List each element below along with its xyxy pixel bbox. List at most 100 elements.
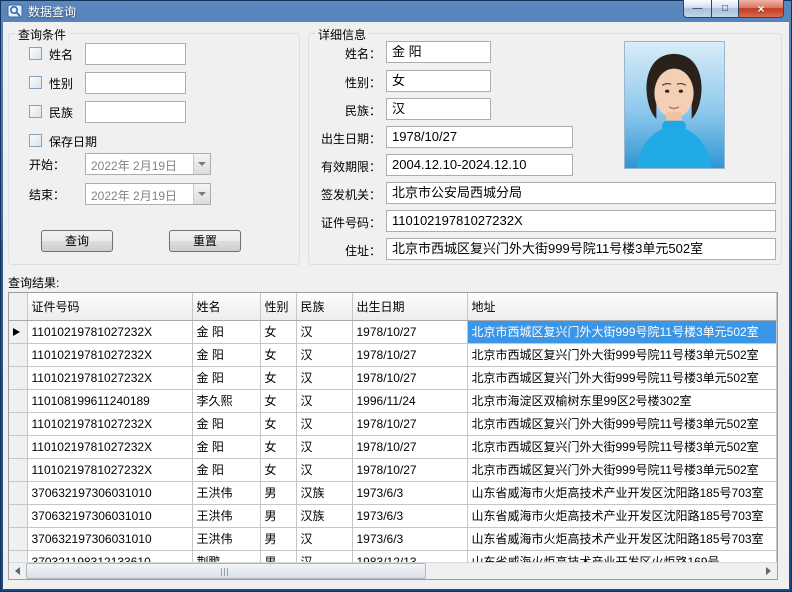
issuing-authority-field[interactable]: 北京市公安局西城分局 bbox=[386, 182, 776, 204]
grid-cell[interactable]: 11010219781027232X bbox=[27, 412, 192, 435]
grid-cell[interactable]: 北京市西城区复兴门外大街999号院11号楼3单元502室 bbox=[467, 412, 777, 435]
grid-cell[interactable]: 王洪伟 bbox=[192, 504, 260, 527]
end-date-picker[interactable]: 2022年 2月19日 bbox=[85, 183, 211, 205]
grid-cell[interactable]: 女 bbox=[260, 389, 296, 412]
grid-cell[interactable]: 1978/10/27 bbox=[352, 320, 467, 343]
row-selector[interactable] bbox=[9, 527, 27, 550]
grid-cell[interactable]: 李久熙 bbox=[192, 389, 260, 412]
grid-cell[interactable]: 女 bbox=[260, 343, 296, 366]
grid-cell[interactable]: 北京市西城区复兴门外大街999号院11号楼3单元502室 bbox=[467, 435, 777, 458]
grid-cell[interactable]: 女 bbox=[260, 412, 296, 435]
grid-cell[interactable]: 1973/6/3 bbox=[352, 481, 467, 504]
name-field[interactable]: 金 阳 bbox=[386, 41, 491, 63]
grid-cell[interactable]: 1973/6/3 bbox=[352, 504, 467, 527]
grid-cell[interactable]: 王洪伟 bbox=[192, 527, 260, 550]
column-header[interactable]: 地址 bbox=[467, 293, 777, 320]
grid-cell[interactable]: 11010219781027232X bbox=[27, 458, 192, 481]
gender-field[interactable]: 女 bbox=[386, 70, 491, 92]
column-header[interactable]: 出生日期 bbox=[352, 293, 467, 320]
grid-cell[interactable]: 汉 bbox=[296, 412, 352, 435]
grid-cell[interactable]: 1978/10/27 bbox=[352, 343, 467, 366]
grid-cell[interactable]: 金 阳 bbox=[192, 320, 260, 343]
query-button[interactable]: 查询 bbox=[41, 230, 113, 252]
end-date-dropdown-button[interactable] bbox=[193, 184, 210, 204]
grid-cell[interactable]: 370632197306031010 bbox=[27, 527, 192, 550]
grid-cell[interactable]: 汉族 bbox=[296, 481, 352, 504]
row-selector[interactable] bbox=[9, 343, 27, 366]
row-selector[interactable] bbox=[9, 412, 27, 435]
row-selector[interactable] bbox=[9, 366, 27, 389]
start-date-dropdown-button[interactable] bbox=[193, 154, 210, 174]
grid-cell[interactable]: 王洪伟 bbox=[192, 481, 260, 504]
row-selector[interactable] bbox=[9, 389, 27, 412]
birthdate-field[interactable]: 1978/10/27 bbox=[386, 126, 573, 148]
grid-cell[interactable]: 北京市西城区复兴门外大街999号院11号楼3单元502室 bbox=[467, 343, 777, 366]
column-header[interactable]: 证件号码 bbox=[27, 293, 192, 320]
grid-cell[interactable]: 1996/11/24 bbox=[352, 389, 467, 412]
grid-cell[interactable]: 汉 bbox=[296, 366, 352, 389]
grid-cell[interactable]: 汉 bbox=[296, 320, 352, 343]
scroll-right-button[interactable] bbox=[760, 563, 777, 579]
row-selector[interactable] bbox=[9, 435, 27, 458]
name-filter-checkbox[interactable] bbox=[29, 47, 42, 60]
grid-cell[interactable]: 11010219781027232X bbox=[27, 343, 192, 366]
maximize-button[interactable]: □ bbox=[712, 0, 739, 18]
grid-cell[interactable]: 北京市西城区复兴门外大街999号院11号楼3单元502室 bbox=[467, 458, 777, 481]
grid-cell[interactable]: 370632197306031010 bbox=[27, 481, 192, 504]
grid-cell[interactable]: 北京市西城区复兴门外大街999号院11号楼3单元502室 bbox=[467, 320, 777, 343]
grid-cell[interactable]: 男 bbox=[260, 504, 296, 527]
grid-cell[interactable]: 男 bbox=[260, 481, 296, 504]
grid-cell[interactable]: 山东省威海市火炬高技术产业开发区沈阳路185号703室 bbox=[467, 527, 777, 550]
name-filter-input[interactable] bbox=[85, 43, 186, 65]
horizontal-scrollbar[interactable] bbox=[9, 562, 777, 579]
grid-cell[interactable]: 11010219781027232X bbox=[27, 366, 192, 389]
column-header[interactable]: 民族 bbox=[296, 293, 352, 320]
grid-cell[interactable]: 11010219781027232X bbox=[27, 435, 192, 458]
grid-cell[interactable]: 女 bbox=[260, 458, 296, 481]
grid-cell[interactable]: 汉族 bbox=[296, 504, 352, 527]
grid-cell[interactable]: 1978/10/27 bbox=[352, 435, 467, 458]
grid-cell[interactable]: 北京市海淀区双榆树东里99区2号楼302室 bbox=[467, 389, 777, 412]
row-selector[interactable] bbox=[9, 320, 27, 343]
ethnicity-filter-checkbox[interactable] bbox=[29, 105, 42, 118]
column-header[interactable]: 性别 bbox=[260, 293, 296, 320]
start-date-picker[interactable]: 2022年 2月19日 bbox=[85, 153, 211, 175]
grid-cell[interactable]: 1978/10/27 bbox=[352, 366, 467, 389]
grid-cell[interactable]: 汉 bbox=[296, 458, 352, 481]
scroll-left-button[interactable] bbox=[9, 563, 26, 579]
ethnicity-filter-input[interactable] bbox=[85, 101, 186, 123]
scrollbar-thumb[interactable] bbox=[26, 563, 426, 579]
grid-cell[interactable]: 1978/10/27 bbox=[352, 412, 467, 435]
gender-filter-checkbox[interactable] bbox=[29, 76, 42, 89]
id-number-field[interactable]: 11010219781027232X bbox=[386, 210, 776, 232]
grid-cell[interactable]: 汉 bbox=[296, 435, 352, 458]
grid-cell[interactable]: 汉 bbox=[296, 527, 352, 550]
minimize-button[interactable]: — bbox=[683, 0, 712, 18]
grid-cell[interactable]: 男 bbox=[260, 527, 296, 550]
grid-cell[interactable]: 汉 bbox=[296, 389, 352, 412]
grid-cell[interactable]: 1973/6/3 bbox=[352, 527, 467, 550]
grid-cell[interactable]: 汉 bbox=[296, 343, 352, 366]
grid-cell[interactable]: 女 bbox=[260, 435, 296, 458]
address-field[interactable]: 北京市西城区复兴门外大街999号院11号楼3单元502室 bbox=[386, 238, 776, 260]
titlebar[interactable]: 数据查询 — □ × bbox=[0, 0, 792, 22]
grid-cell[interactable]: 11010219781027232X bbox=[27, 320, 192, 343]
save-date-filter-checkbox[interactable] bbox=[29, 134, 42, 147]
reset-button[interactable]: 重置 bbox=[169, 230, 241, 252]
row-selector[interactable] bbox=[9, 481, 27, 504]
row-selector[interactable] bbox=[9, 458, 27, 481]
grid-cell[interactable]: 山东省威海市火炬高技术产业开发区沈阳路185号703室 bbox=[467, 504, 777, 527]
gender-filter-input[interactable] bbox=[85, 72, 186, 94]
ethnicity-field[interactable]: 汉 bbox=[386, 98, 491, 120]
grid-cell[interactable]: 金 阳 bbox=[192, 343, 260, 366]
grid-cell[interactable]: 山东省威海市火炬高技术产业开发区沈阳路185号703室 bbox=[467, 481, 777, 504]
grid-cell[interactable]: 370632197306031010 bbox=[27, 504, 192, 527]
grid-cell[interactable]: 1978/10/27 bbox=[352, 458, 467, 481]
grid-cell[interactable]: 110108199611240189 bbox=[27, 389, 192, 412]
grid-cell[interactable]: 金 阳 bbox=[192, 366, 260, 389]
validity-field[interactable]: 2004.12.10-2024.12.10 bbox=[386, 154, 573, 176]
grid-cell[interactable]: 女 bbox=[260, 366, 296, 389]
grid-cell[interactable]: 金 阳 bbox=[192, 458, 260, 481]
row-selector[interactable] bbox=[9, 504, 27, 527]
column-header[interactable]: 姓名 bbox=[192, 293, 260, 320]
